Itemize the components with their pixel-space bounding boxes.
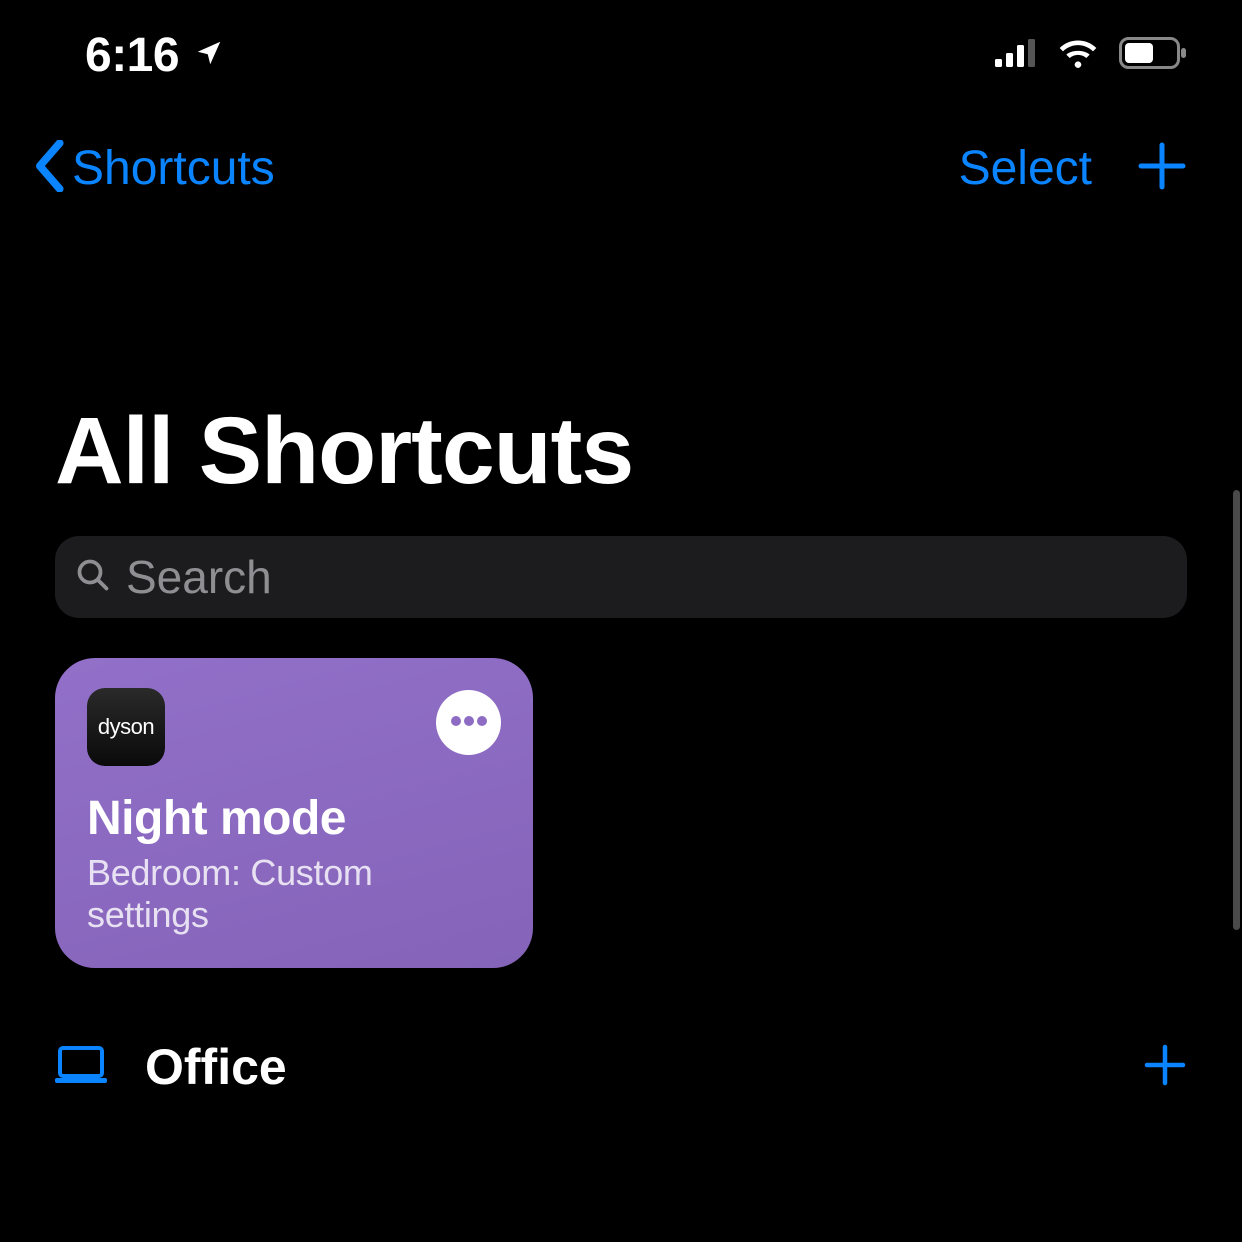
time-label: 6:16 [85, 28, 179, 83]
card-body: Night mode Bedroom: Custom settings [87, 791, 501, 940]
back-label: Shortcuts [72, 141, 275, 196]
location-icon [194, 38, 224, 73]
status-right [995, 37, 1187, 74]
search-container[interactable] [55, 536, 1187, 618]
chevron-left-icon [30, 140, 68, 197]
laptop-icon [55, 1046, 107, 1089]
ellipsis-icon [450, 714, 488, 732]
nav-actions: Select [959, 141, 1187, 196]
nav-bar: Shortcuts Select [0, 100, 1242, 207]
app-icon: dyson [87, 688, 165, 766]
status-bar: 6:16 [0, 0, 1242, 100]
page-title: All Shortcuts [0, 207, 1242, 506]
wifi-icon [1057, 38, 1099, 73]
section-title: Office [145, 1038, 287, 1096]
select-button[interactable]: Select [959, 141, 1092, 196]
search-input[interactable] [126, 550, 1167, 604]
back-button[interactable]: Shortcuts [30, 140, 275, 197]
card-header: dyson [87, 688, 501, 766]
cellular-icon [995, 39, 1037, 72]
card-title: Night mode [87, 791, 501, 846]
status-left: 6:16 [85, 28, 224, 83]
add-button[interactable] [1137, 141, 1187, 196]
battery-icon [1119, 37, 1187, 74]
section-header: Office [0, 1038, 1242, 1096]
search-icon [75, 557, 111, 598]
section-add-button[interactable] [1143, 1043, 1187, 1092]
card-subtitle: Bedroom: Custom settings [87, 852, 501, 936]
scrollbar[interactable] [1233, 490, 1240, 930]
more-button[interactable] [436, 690, 501, 755]
section-left[interactable]: Office [55, 1038, 287, 1096]
shortcut-card[interactable]: dyson Night mode Bedroom: Custom setting… [55, 658, 533, 968]
